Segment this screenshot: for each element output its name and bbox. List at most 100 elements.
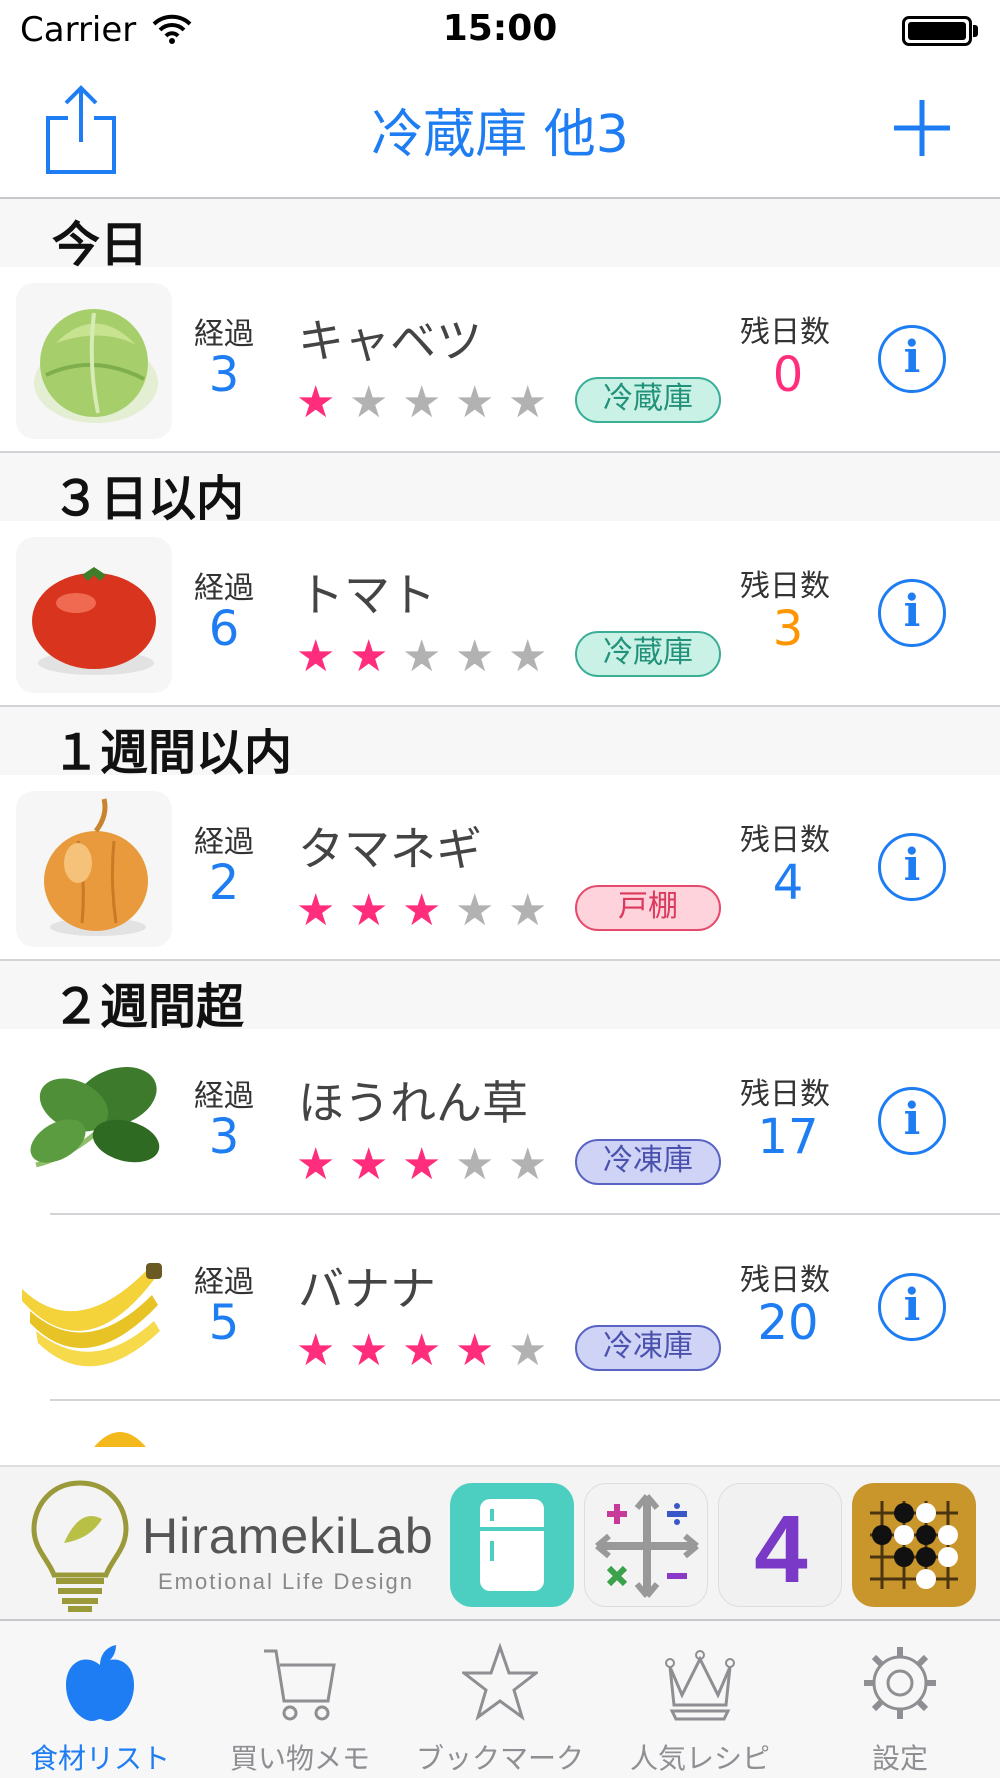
section-header: １週間以内	[0, 707, 1000, 781]
info-icon[interactable]: i	[878, 1087, 946, 1155]
food-list[interactable]: 今日 経過 3 キャベツ ★★★★★ 冷蔵庫 残日数 0 i ３日以内	[0, 199, 1000, 1465]
star-icon: ★	[508, 1139, 552, 1190]
remaining-days: 4	[772, 855, 804, 911]
storage-tag: 冷蔵庫	[575, 631, 721, 677]
food-name: バナナ	[298, 1262, 436, 1316]
star-icon: ★	[296, 885, 340, 936]
tab-label: 人気レシピ	[629, 1742, 770, 1775]
tomato-image	[16, 537, 172, 693]
star-icon: ★	[349, 377, 393, 428]
section-title: １週間以内	[52, 725, 293, 781]
crown-icon	[665, 1650, 735, 1721]
elapsed-days: 6	[208, 601, 240, 657]
gear-icon	[864, 1647, 936, 1719]
apple-icon	[66, 1645, 134, 1721]
star-icon: ★	[296, 1139, 340, 1190]
section-title: ２週間超	[52, 979, 245, 1035]
section-title: ３日以内	[52, 471, 245, 527]
food-row[interactable]: 経過 5 バナナ ★ ★ ★ ★ ★ 冷凍庫 残日数 20 i	[0, 1215, 1000, 1401]
rating-stars: ★ ★ ★ ★ ★	[296, 377, 561, 428]
star-icon: ★	[455, 1139, 499, 1190]
storage-tag: 冷凍庫	[575, 1325, 721, 1371]
star-icon: ★	[455, 631, 499, 682]
clock: 15:00	[442, 8, 558, 49]
battery-icon	[902, 16, 972, 46]
page-title[interactable]: 冷蔵庫 他3	[0, 92, 1000, 167]
info-icon[interactable]: i	[878, 1273, 946, 1341]
star-icon: ★	[402, 1139, 446, 1190]
food-row[interactable]: 経過 2 タマネギ ★ ★ ★ ★ ★ 戸棚 残日数 4 i	[0, 775, 1000, 961]
ad-brand: HiramekiLab	[142, 1508, 434, 1564]
tab-label: 設定	[871, 1742, 928, 1775]
section-header: 今日	[0, 199, 1000, 273]
tab-food-list[interactable]: 食材リスト	[0, 1621, 200, 1778]
star-icon	[462, 1643, 538, 1721]
remaining-days: 17	[757, 1109, 819, 1165]
food-row-partial[interactable]	[0, 1401, 1000, 1465]
section-header: ２週間超	[0, 961, 1000, 1035]
remaining-label: 残日数	[740, 1077, 830, 1112]
tab-label: 食材リスト	[29, 1742, 170, 1775]
food-row[interactable]: 経過 6 トマト ★ ★ ★ ★ ★ 冷蔵庫 残日数 3 i	[0, 521, 1000, 707]
rating-stars: ★ ★ ★ ★ ★	[296, 1139, 561, 1190]
info-icon[interactable]: i	[878, 833, 946, 901]
star-icon: ★	[349, 1139, 393, 1190]
food-row[interactable]: 経過 3 キャベツ ★ ★ ★ ★ ★ 冷蔵庫 残日数 0 i	[0, 267, 1000, 453]
remaining-days: 0	[772, 347, 804, 403]
navigation-bar: 冷蔵庫 他3	[0, 62, 1000, 199]
section-title: 今日	[52, 217, 149, 273]
lightbulb-logo-icon	[31, 1480, 129, 1612]
pepper-image	[94, 1432, 146, 1447]
star-icon: ★	[402, 377, 446, 428]
banana-image	[16, 1231, 172, 1387]
remaining-label: 残日数	[740, 569, 830, 604]
add-icon[interactable]	[890, 96, 954, 160]
onion-image	[16, 791, 172, 947]
elapsed-days: 2	[208, 855, 240, 911]
star-icon: ★	[296, 1325, 340, 1376]
food-name: キャベツ	[298, 314, 482, 368]
food-row[interactable]: 経過 3 ほうれん草 ★ ★ ★ ★ ★ 冷凍庫 残日数 17 i	[0, 1029, 1000, 1215]
rating-stars: ★ ★ ★ ★ ★	[296, 631, 561, 682]
remaining-days: 20	[757, 1295, 819, 1351]
storage-tag: 冷凍庫	[575, 1139, 721, 1185]
star-icon: ★	[349, 631, 393, 682]
star-icon: ★	[296, 631, 340, 682]
go-game-app-icon[interactable]	[852, 1483, 976, 1607]
tab-bar: 食材リスト 買い物メモ ブックマーク 人気レシピ 設定	[0, 1619, 1000, 1778]
food-name: トマト	[298, 568, 436, 622]
elapsed-days: 5	[208, 1295, 240, 1351]
star-icon: ★	[455, 377, 499, 428]
star-icon: ★	[508, 377, 552, 428]
star-icon: ★	[508, 885, 552, 936]
remaining-days: 3	[772, 601, 804, 657]
status-bar: Carrier 15:00	[0, 0, 1000, 62]
food-name: タマネギ	[298, 822, 482, 876]
calculator-app-icon[interactable]	[584, 1483, 708, 1607]
tab-settings[interactable]: 設定	[800, 1621, 1000, 1778]
info-icon[interactable]: i	[878, 579, 946, 647]
fridge-app-icon[interactable]	[450, 1483, 574, 1607]
ad-banner[interactable]: HiramekiLab Emotional Life Design 4	[0, 1465, 1000, 1619]
food-name: ほうれん草	[298, 1076, 528, 1130]
storage-tag: 冷蔵庫	[575, 377, 721, 423]
star-icon: ★	[349, 885, 393, 936]
cabbage-image	[16, 283, 172, 439]
info-icon[interactable]: i	[878, 325, 946, 393]
star-icon: ★	[508, 631, 552, 682]
tab-bookmark[interactable]: ブックマーク	[400, 1621, 600, 1778]
tab-popular-recipes[interactable]: 人気レシピ	[600, 1621, 800, 1778]
cart-icon	[264, 1649, 336, 1721]
app-four-glyph: 4	[754, 1496, 807, 1603]
star-icon: ★	[296, 377, 340, 428]
rating-stars: ★ ★ ★ ★ ★	[296, 885, 561, 936]
star-icon: ★	[402, 631, 446, 682]
tab-shopping-memo[interactable]: 買い物メモ	[200, 1621, 400, 1778]
elapsed-days: 3	[208, 1109, 240, 1165]
number-four-app-icon[interactable]: 4	[718, 1483, 842, 1607]
battery-tip	[973, 25, 978, 37]
rating-stars: ★ ★ ★ ★ ★	[296, 1325, 561, 1376]
spinach-image	[16, 1045, 172, 1201]
remaining-label: 残日数	[740, 823, 830, 858]
star-icon: ★	[402, 885, 446, 936]
